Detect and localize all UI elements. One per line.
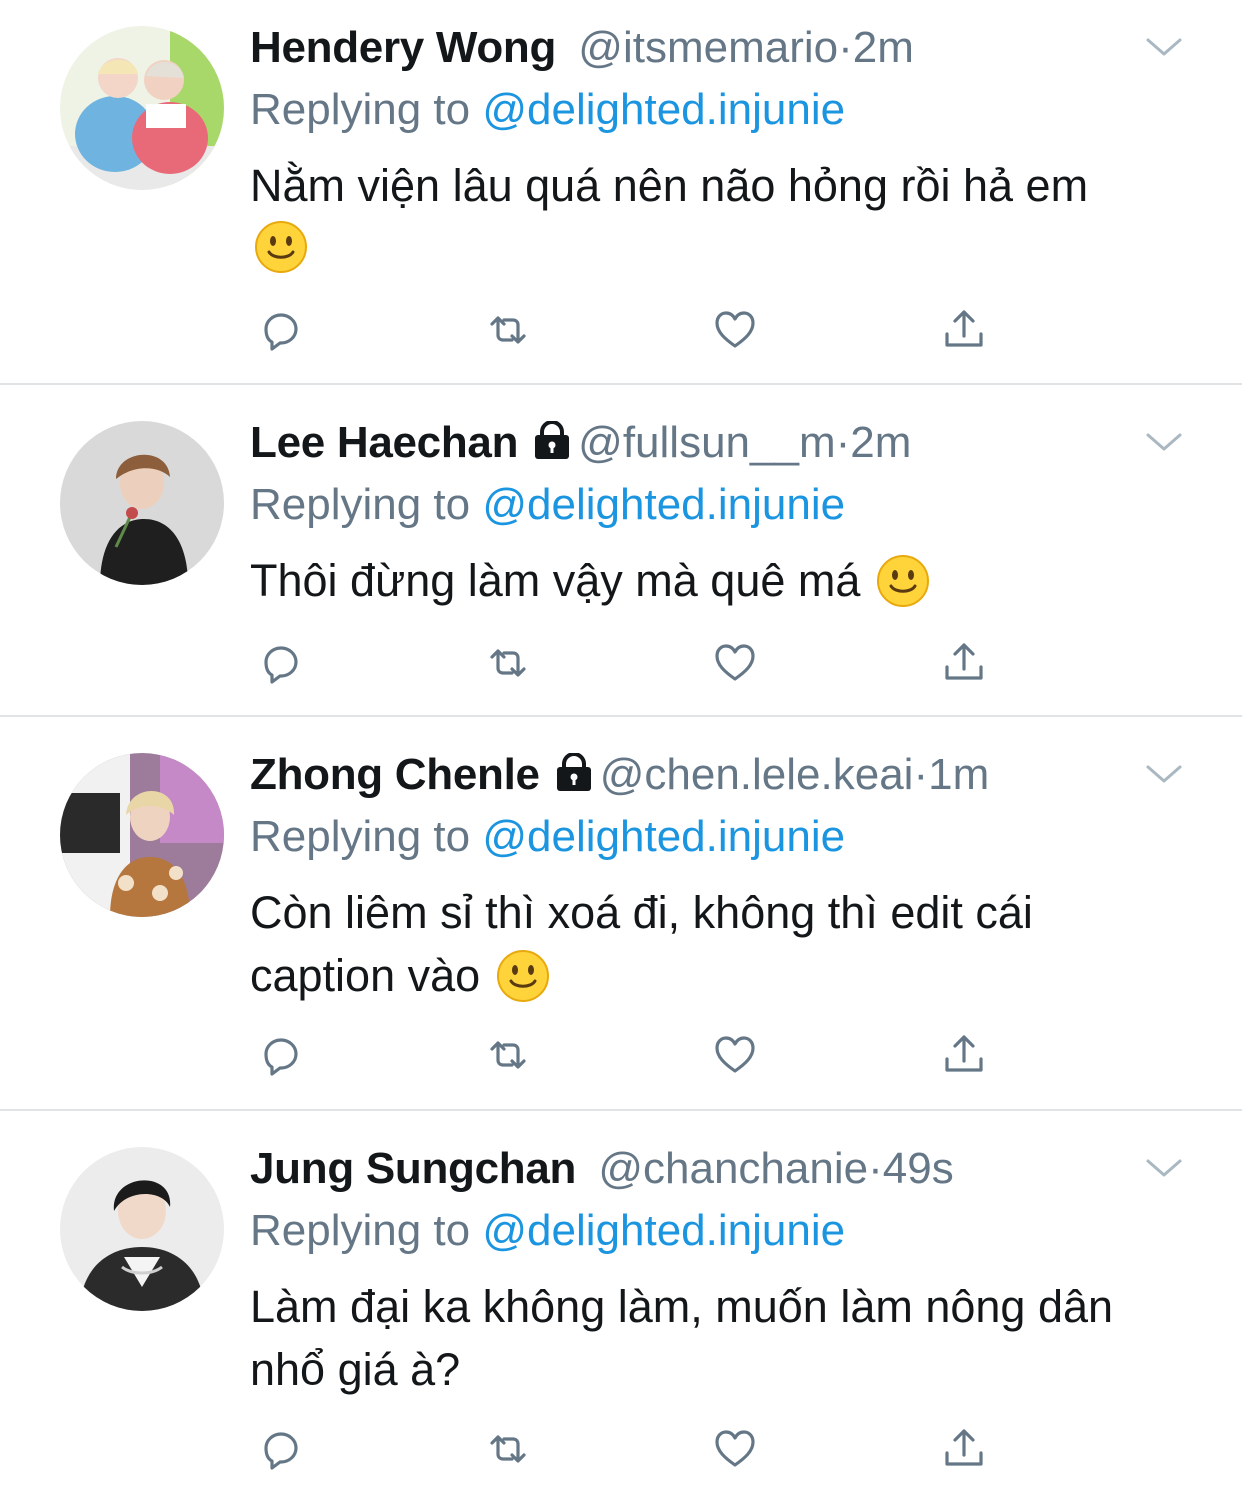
retweet-icon[interactable] [480,1027,536,1083]
display-name[interactable]: Lee Haechan [250,418,518,467]
share-icon[interactable] [936,302,992,358]
tweet-text: Làm đại ka không làm, muốn làm nông dân … [250,1275,1210,1401]
avatar[interactable] [60,421,224,585]
user-handle[interactable]: @itsmemario [578,23,838,72]
like-icon[interactable] [707,302,763,358]
user-handle[interactable]: @chanchanie [598,1144,868,1193]
replying-to: Replying to @delighted.injunie [250,82,845,138]
tweet[interactable]: Hendery Wong @itsmemario·2m Replying to … [0,0,1242,384]
chevron-down-icon[interactable] [1144,1155,1184,1181]
chevron-down-icon[interactable] [1144,34,1184,60]
replying-to-label: Replying to [250,812,471,861]
tweet-text-line: Làm đại ka không làm, muốn làm nông dân [250,1281,1114,1332]
display-name[interactable]: Zhong Chenle [250,750,540,799]
tweet-actions [250,1421,1010,1477]
reply-icon[interactable] [252,302,308,358]
replying-to: Replying to @delighted.injunie [250,809,845,865]
share-icon[interactable] [936,1027,992,1083]
tweet[interactable]: Lee Haechan @fullsun__m·2m Replying to @d… [0,385,1242,715]
separator: · [835,418,851,467]
tweet-text-content: Thôi đừng làm vậy mà quê má [250,555,861,606]
tweet-header: Jung Sungchan @chanchanie·49s [250,1141,954,1197]
tweet-header: Hendery Wong @itsmemario·2m [250,20,914,76]
like-icon[interactable] [707,1027,763,1083]
tweet-header: Zhong Chenle @chen.lele.keai·1m [250,747,989,803]
tweet-actions [250,302,1010,358]
share-icon[interactable] [936,1421,992,1477]
display-name[interactable]: Hendery Wong [250,23,556,72]
separator: · [868,1144,883,1193]
replying-to-label: Replying to [250,1206,471,1255]
reply-to-mention[interactable]: @delighted.injunie [482,480,845,529]
lock-icon [554,753,593,793]
tweet-text-line: nhổ giá à? [250,1344,461,1395]
tweet-text: Nằm viện lâu quá nên não hỏng rồi hả em [250,154,1210,280]
reply-icon[interactable] [252,1421,308,1477]
reply-to-mention[interactable]: @delighted.injunie [482,812,845,861]
timestamp[interactable]: 1m [928,750,989,799]
reply-to-mention[interactable]: @delighted.injunie [482,85,845,134]
user-handle[interactable]: @chen.lele.keai [600,750,914,799]
tweet-actions [250,1027,1010,1083]
avatar[interactable] [60,26,224,190]
timestamp[interactable]: 49s [883,1144,954,1193]
retweet-icon[interactable] [480,1421,536,1477]
reply-icon[interactable] [252,1027,308,1083]
tweet[interactable]: Zhong Chenle @chen.lele.keai·1m Replying … [0,717,1242,1109]
replying-to: Replying to @delighted.injunie [250,1203,845,1259]
like-icon[interactable] [707,1421,763,1477]
tweet-text-line: Còn liêm sỉ thì xoá đi, không thì edit c… [250,887,1033,938]
avatar[interactable] [60,753,224,917]
retweet-icon[interactable] [480,635,536,691]
tweet-text-line: caption vào [250,950,481,1001]
avatar[interactable] [60,1147,224,1311]
replying-to-label: Replying to [250,85,471,134]
share-icon[interactable] [936,635,992,691]
slightly-smiling-face-emoji [496,949,550,1003]
reply-icon[interactable] [252,635,308,691]
tweet-text-content: Nằm viện lâu quá nên não hỏng rồi hả em [250,160,1089,211]
separator: · [838,23,853,72]
chevron-down-icon[interactable] [1144,429,1184,455]
replying-to: Replying to @delighted.injunie [250,477,845,533]
chevron-down-icon[interactable] [1144,761,1184,787]
tweet-actions [250,635,1010,691]
like-icon[interactable] [707,635,763,691]
tweet-text: Còn liêm sỉ thì xoá đi, không thì edit c… [250,881,1210,1007]
user-handle[interactable]: @fullsun__m [578,418,835,467]
tweet-text: Thôi đừng làm vậy mà quê má [250,549,1210,612]
timestamp[interactable]: 2m [850,418,911,467]
display-name[interactable]: Jung Sungchan [250,1144,576,1193]
timestamp[interactable]: 2m [853,23,914,72]
lock-icon [533,421,572,461]
retweet-icon[interactable] [480,302,536,358]
tweet-header: Lee Haechan @fullsun__m·2m [250,415,911,471]
reply-to-mention[interactable]: @delighted.injunie [482,1206,845,1255]
slightly-smiling-face-emoji [254,220,308,274]
tweet[interactable]: Jung Sungchan @chanchanie·49s Replying t… [0,1111,1242,1490]
replying-to-label: Replying to [250,480,471,529]
separator: · [913,750,929,799]
slightly-smiling-face-emoji [876,554,930,608]
